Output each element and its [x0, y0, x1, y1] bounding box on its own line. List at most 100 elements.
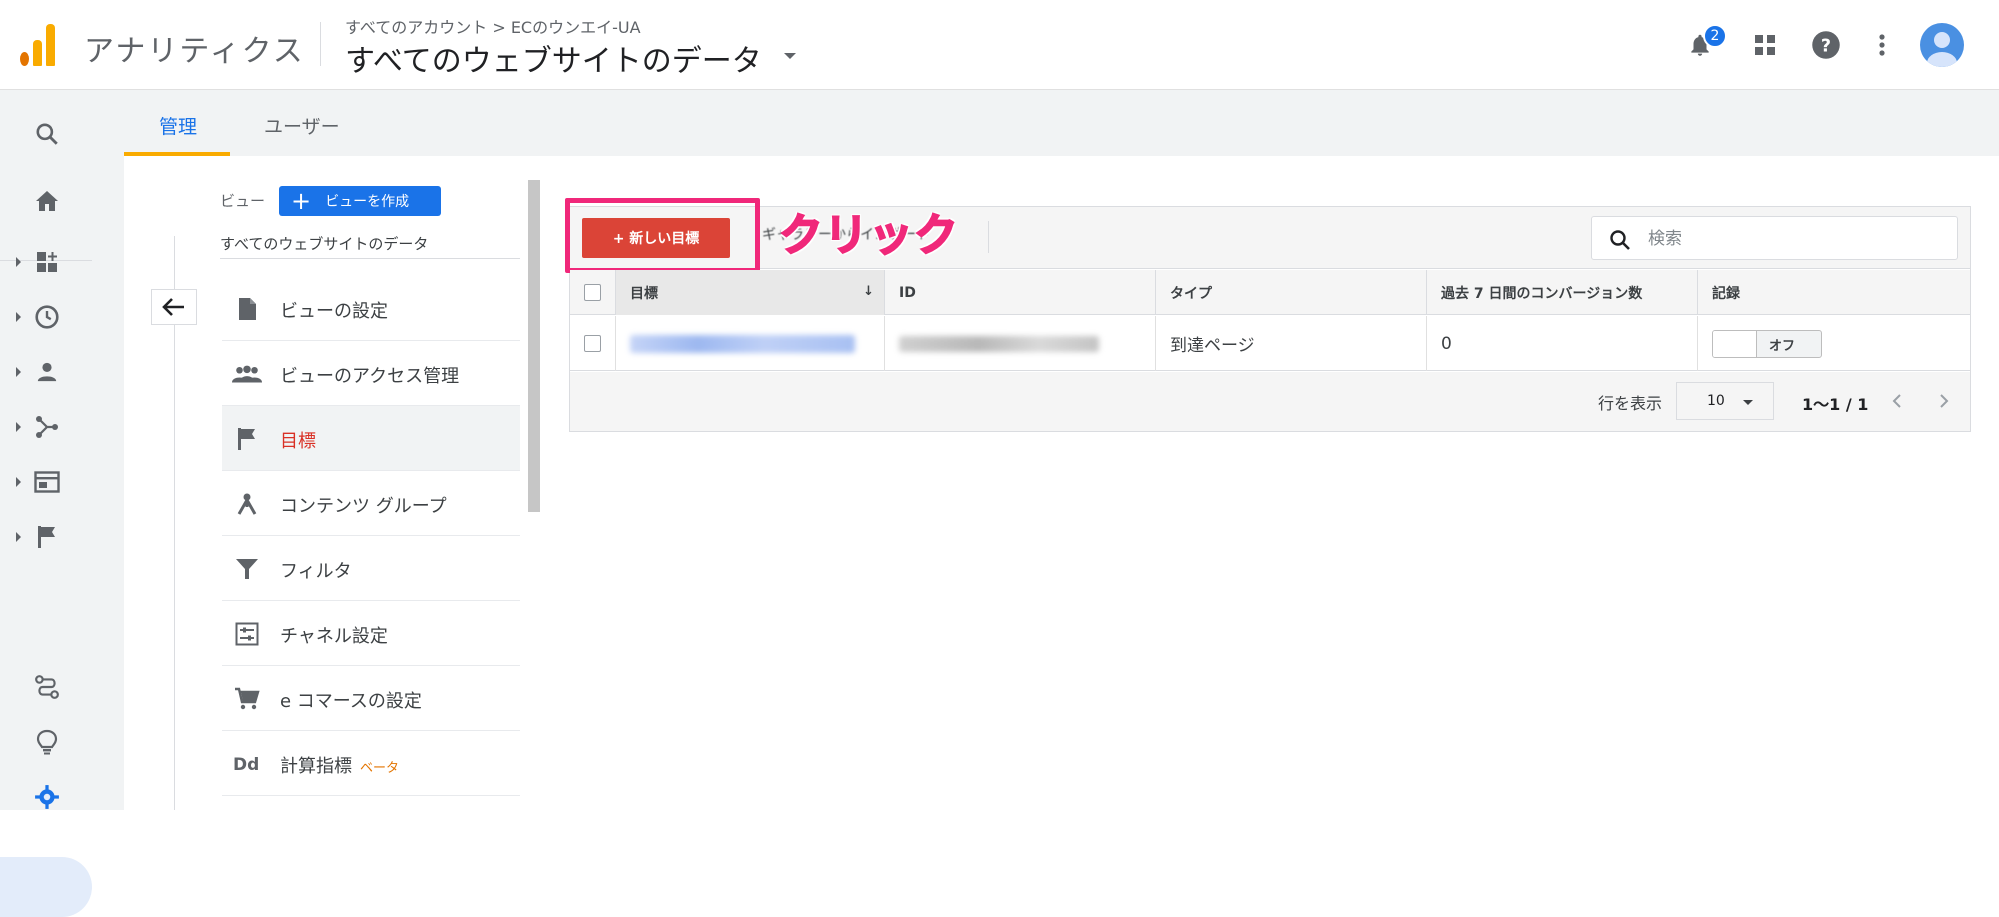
- help-icon[interactable]: ?: [1809, 28, 1843, 62]
- search-icon: [1608, 228, 1632, 256]
- view-column-scrollbar[interactable]: [528, 180, 540, 512]
- people-icon: [232, 359, 262, 389]
- menu-item-calculated-metrics[interactable]: Dd 計算指標 ベータ: [222, 731, 520, 796]
- menu-item-content-grouping[interactable]: コンテンツ グループ: [222, 471, 520, 536]
- view-column-label: ビュー: [220, 192, 266, 210]
- channel-settings-icon: [232, 619, 262, 649]
- goals-table-header: 目標 ↓ ID タイプ 過去 7 日間のコンバージョン数 記録: [570, 270, 1970, 315]
- sort-down-icon: ↓: [863, 284, 874, 299]
- account-avatar[interactable]: [1920, 23, 1964, 67]
- dd-icon: Dd: [232, 749, 262, 779]
- create-view-label: ビューを作成: [325, 194, 410, 210]
- column-header-id[interactable]: ID: [885, 270, 1156, 315]
- admin-gear-icon[interactable]: [30, 780, 64, 814]
- goal-id-cell: [885, 316, 1156, 371]
- audience-person-icon[interactable]: [30, 355, 64, 389]
- select-all-checkbox[interactable]: [584, 284, 601, 301]
- expand-arrow-icon[interactable]: [16, 422, 21, 432]
- arrow-left-icon: [162, 298, 184, 316]
- analytics-logo[interactable]: [20, 24, 60, 66]
- column-header-goal[interactable]: 目標 ↓: [616, 270, 885, 315]
- header-divider: [320, 22, 321, 66]
- breadcrumb[interactable]: すべてのアカウント > ECのウンエイ-UA: [345, 14, 641, 38]
- highlight-frame: [565, 198, 760, 273]
- rows-per-page-select[interactable]: 10: [1676, 382, 1774, 420]
- rows-per-page-value: 10: [1707, 393, 1725, 409]
- column-header-recording[interactable]: 記録: [1698, 270, 1970, 315]
- expand-arrow-icon[interactable]: [16, 532, 21, 542]
- next-page-icon[interactable]: [1932, 389, 1956, 413]
- left-nav: [0, 90, 124, 917]
- tab-admin[interactable]: 管理: [159, 112, 197, 139]
- realtime-clock-icon[interactable]: [30, 300, 64, 334]
- svg-text:Dd: Dd: [233, 755, 259, 774]
- select-all-cell: [570, 270, 616, 315]
- attribution-icon[interactable]: [30, 670, 64, 704]
- search-input[interactable]: [1648, 227, 1938, 251]
- expand-arrow-icon[interactable]: [16, 257, 21, 267]
- admin-nav-active-bg: [0, 857, 92, 917]
- chevron-down-icon: [1743, 400, 1753, 405]
- toolbar-divider: [988, 221, 989, 253]
- row-select-cell: [570, 316, 616, 371]
- click-annotation: クリック: [778, 209, 959, 262]
- recording-toggle[interactable]: オフ: [1712, 329, 1822, 358]
- menu-item-view-access[interactable]: ビューのアクセス管理: [222, 341, 520, 406]
- plus-icon: +: [291, 187, 312, 215]
- column-header-type[interactable]: タイプ: [1156, 270, 1427, 315]
- menu-item-channel-settings[interactable]: チャネル設定: [222, 601, 520, 666]
- table-row: 到達ページ 0 オフ: [570, 316, 1970, 371]
- create-view-button[interactable]: + ビューを作成: [279, 186, 441, 216]
- svg-text:?: ?: [1821, 36, 1831, 56]
- flag-icon: [232, 424, 262, 454]
- customization-icon[interactable]: [30, 245, 64, 279]
- document-icon: [232, 294, 262, 324]
- beta-badge: ベータ: [360, 761, 400, 776]
- goal-recording-cell: オフ: [1698, 316, 1970, 371]
- menu-item-label: 目標: [280, 431, 316, 452]
- menu-item-label: ビューの設定: [280, 301, 388, 322]
- menu-item-ecommerce-settings[interactable]: e コマースの設定: [222, 666, 520, 731]
- redacted-goal-name: [630, 334, 855, 353]
- goal-name-link[interactable]: [616, 316, 885, 371]
- chevron-down-icon[interactable]: [784, 53, 796, 59]
- rows-per-page-label: 行を表示: [1598, 394, 1663, 413]
- home-icon[interactable]: [30, 184, 64, 218]
- goal-type-cell: 到達ページ: [1156, 316, 1427, 371]
- app-title: アナリティクス: [84, 34, 305, 69]
- back-button[interactable]: [151, 289, 197, 325]
- toggle-knob: [1713, 330, 1757, 357]
- more-vert-icon[interactable]: [1865, 28, 1899, 62]
- column-header-conversions[interactable]: 過去 7 日間のコンバージョン数: [1427, 270, 1698, 315]
- insights-lightbulb-icon[interactable]: [30, 725, 64, 759]
- menu-item-label: ビューのアクセス管理: [280, 366, 460, 387]
- expand-arrow-icon[interactable]: [16, 477, 21, 487]
- filter-icon: [232, 554, 262, 584]
- expand-arrow-icon[interactable]: [16, 367, 21, 377]
- expand-arrow-icon[interactable]: [16, 312, 21, 322]
- goal-conversions-cell: 0: [1427, 316, 1698, 371]
- goals-search[interactable]: [1591, 216, 1958, 260]
- menu-item-label: 計算指標 ベータ: [280, 756, 400, 777]
- menu-item-label: e コマースの設定: [280, 691, 422, 712]
- tab-user[interactable]: ユーザー: [264, 112, 340, 139]
- menu-divider: [220, 258, 520, 259]
- conversions-flag-icon[interactable]: [30, 520, 64, 554]
- menu-item-goals[interactable]: 目標: [222, 406, 520, 471]
- admin-tabs-bar: 管理 ユーザー: [124, 90, 1999, 156]
- prev-page-icon[interactable]: [1885, 389, 1909, 413]
- behavior-icon[interactable]: [30, 465, 64, 499]
- search-icon[interactable]: [30, 117, 64, 151]
- apps-grid-icon[interactable]: [1748, 28, 1782, 62]
- acquisition-icon[interactable]: [30, 410, 64, 444]
- content-group-icon: [232, 489, 262, 519]
- row-checkbox[interactable]: [584, 335, 601, 352]
- top-bar: アナリティクス すべてのアカウント > ECのウンエイ-UA すべてのウェブサイ…: [0, 0, 1999, 90]
- redacted-goal-id: [899, 335, 1099, 352]
- view-selector[interactable]: すべてのウェブサイトのデータ: [345, 36, 762, 80]
- page-range: 1〜1 / 1: [1802, 395, 1869, 414]
- menu-item-filters[interactable]: フィルタ: [222, 536, 520, 601]
- toggle-label: オフ: [1769, 338, 1796, 354]
- cart-icon: [232, 684, 262, 714]
- menu-item-view-settings[interactable]: ビューの設定: [222, 276, 520, 341]
